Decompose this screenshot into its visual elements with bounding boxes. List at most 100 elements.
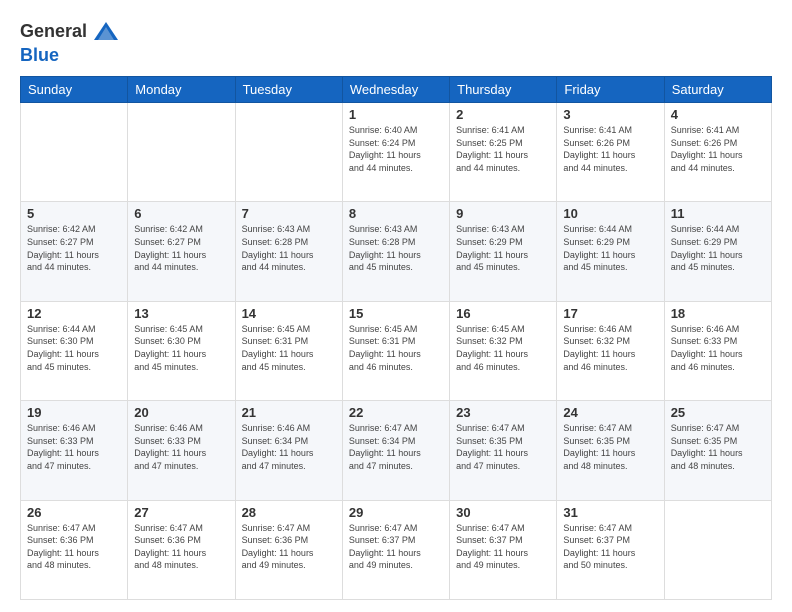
- calendar-cell: 23 Sunrise: 6:47 AM Sunset: 6:35 PM Dayli…: [450, 401, 557, 500]
- calendar-week-row: 1 Sunrise: 6:40 AM Sunset: 6:24 PM Daylig…: [21, 103, 772, 202]
- day-info: Sunrise: 6:43 AM Sunset: 6:29 PM Dayligh…: [456, 223, 550, 273]
- weekday-header-cell: Tuesday: [235, 77, 342, 103]
- calendar-cell: [664, 500, 771, 599]
- day-number: 15: [349, 306, 443, 321]
- calendar-week-row: 26 Sunrise: 6:47 AM Sunset: 6:36 PM Dayli…: [21, 500, 772, 599]
- day-info: Sunrise: 6:43 AM Sunset: 6:28 PM Dayligh…: [242, 223, 336, 273]
- calendar-cell: 14 Sunrise: 6:45 AM Sunset: 6:31 PM Dayli…: [235, 301, 342, 400]
- day-info: Sunrise: 6:47 AM Sunset: 6:36 PM Dayligh…: [134, 522, 228, 572]
- day-number: 26: [27, 505, 121, 520]
- calendar-cell: 29Sunrise: 6:47 AM Sunset: 6:37 PM Dayli…: [342, 500, 449, 599]
- page: General Blue SundayMondayTuesdayWednesda…: [0, 0, 792, 612]
- day-info: Sunrise: 6:46 AM Sunset: 6:33 PM Dayligh…: [27, 422, 121, 472]
- day-number: 19: [27, 405, 121, 420]
- day-number: 12: [27, 306, 121, 321]
- calendar-cell: [21, 103, 128, 202]
- weekday-header-cell: Monday: [128, 77, 235, 103]
- day-info: Sunrise: 6:45 AM Sunset: 6:32 PM Dayligh…: [456, 323, 550, 373]
- day-number: 16: [456, 306, 550, 321]
- day-info: Sunrise: 6:47 AM Sunset: 6:36 PM Dayligh…: [27, 522, 121, 572]
- day-number: 31: [563, 505, 657, 520]
- calendar-cell: 5 Sunrise: 6:42 AM Sunset: 6:27 PM Daylig…: [21, 202, 128, 301]
- day-number: 3: [563, 107, 657, 122]
- weekday-header-row: SundayMondayTuesdayWednesdayThursdayFrid…: [21, 77, 772, 103]
- day-info: Sunrise: 6:47 AM Sunset: 6:35 PM Dayligh…: [671, 422, 765, 472]
- day-number: 14: [242, 306, 336, 321]
- day-number: 4: [671, 107, 765, 122]
- day-number: 27: [134, 505, 228, 520]
- day-info: Sunrise: 6:43 AM Sunset: 6:28 PM Dayligh…: [349, 223, 443, 273]
- day-number: 17: [563, 306, 657, 321]
- day-number: 6: [134, 206, 228, 221]
- day-info: Sunrise: 6:40 AM Sunset: 6:24 PM Dayligh…: [349, 124, 443, 174]
- calendar-cell: 3 Sunrise: 6:41 AM Sunset: 6:26 PM Daylig…: [557, 103, 664, 202]
- calendar-cell: 28 Sunrise: 6:47 AM Sunset: 6:36 PM Dayli…: [235, 500, 342, 599]
- calendar-cell: 11 Sunrise: 6:44 AM Sunset: 6:29 PM Dayli…: [664, 202, 771, 301]
- day-number: 5: [27, 206, 121, 221]
- day-number: 7: [242, 206, 336, 221]
- calendar-cell: 24Sunrise: 6:47 AM Sunset: 6:35 PM Dayli…: [557, 401, 664, 500]
- calendar-week-row: 12 Sunrise: 6:44 AM Sunset: 6:30 PM Dayli…: [21, 301, 772, 400]
- day-info: Sunrise: 6:41 AM Sunset: 6:26 PM Dayligh…: [563, 124, 657, 174]
- calendar-cell: 26 Sunrise: 6:47 AM Sunset: 6:36 PM Dayli…: [21, 500, 128, 599]
- day-number: 13: [134, 306, 228, 321]
- calendar-cell: 15 Sunrise: 6:45 AM Sunset: 6:31 PM Dayli…: [342, 301, 449, 400]
- logo-icon: [92, 18, 120, 46]
- calendar-week-row: 19 Sunrise: 6:46 AM Sunset: 6:33 PM Dayli…: [21, 401, 772, 500]
- day-number: 18: [671, 306, 765, 321]
- calendar-cell: 7 Sunrise: 6:43 AM Sunset: 6:28 PM Daylig…: [235, 202, 342, 301]
- day-info: Sunrise: 6:46 AM Sunset: 6:32 PM Dayligh…: [563, 323, 657, 373]
- calendar-cell: 30Sunrise: 6:47 AM Sunset: 6:37 PM Dayli…: [450, 500, 557, 599]
- calendar-cell: 12 Sunrise: 6:44 AM Sunset: 6:30 PM Dayli…: [21, 301, 128, 400]
- day-number: 20: [134, 405, 228, 420]
- day-info: Sunrise: 6:41 AM Sunset: 6:25 PM Dayligh…: [456, 124, 550, 174]
- day-number: 23: [456, 405, 550, 420]
- day-number: 25: [671, 405, 765, 420]
- day-number: 28: [242, 505, 336, 520]
- day-info: Sunrise: 6:47 AM Sunset: 6:36 PM Dayligh…: [242, 522, 336, 572]
- calendar-cell: 4Sunrise: 6:41 AM Sunset: 6:26 PM Daylig…: [664, 103, 771, 202]
- calendar-cell: 18Sunrise: 6:46 AM Sunset: 6:33 PM Dayli…: [664, 301, 771, 400]
- calendar-table: SundayMondayTuesdayWednesdayThursdayFrid…: [20, 76, 772, 600]
- calendar-cell: 10 Sunrise: 6:44 AM Sunset: 6:29 PM Dayli…: [557, 202, 664, 301]
- calendar-week-row: 5 Sunrise: 6:42 AM Sunset: 6:27 PM Daylig…: [21, 202, 772, 301]
- calendar-cell: 27 Sunrise: 6:47 AM Sunset: 6:36 PM Dayli…: [128, 500, 235, 599]
- weekday-header-cell: Sunday: [21, 77, 128, 103]
- day-info: Sunrise: 6:47 AM Sunset: 6:35 PM Dayligh…: [456, 422, 550, 472]
- day-number: 29: [349, 505, 443, 520]
- calendar-cell: 9 Sunrise: 6:43 AM Sunset: 6:29 PM Daylig…: [450, 202, 557, 301]
- day-info: Sunrise: 6:45 AM Sunset: 6:31 PM Dayligh…: [349, 323, 443, 373]
- day-info: Sunrise: 6:46 AM Sunset: 6:33 PM Dayligh…: [134, 422, 228, 472]
- calendar-cell: 25 Sunrise: 6:47 AM Sunset: 6:35 PM Dayli…: [664, 401, 771, 500]
- weekday-header-cell: Thursday: [450, 77, 557, 103]
- day-info: Sunrise: 6:44 AM Sunset: 6:30 PM Dayligh…: [27, 323, 121, 373]
- day-info: Sunrise: 6:44 AM Sunset: 6:29 PM Dayligh…: [671, 223, 765, 273]
- calendar-cell: 31 Sunrise: 6:47 AM Sunset: 6:37 PM Dayli…: [557, 500, 664, 599]
- calendar-cell: 19 Sunrise: 6:46 AM Sunset: 6:33 PM Dayli…: [21, 401, 128, 500]
- calendar-cell: [128, 103, 235, 202]
- day-number: 22: [349, 405, 443, 420]
- calendar-cell: [235, 103, 342, 202]
- calendar-cell: 13Sunrise: 6:45 AM Sunset: 6:30 PM Dayli…: [128, 301, 235, 400]
- day-number: 1: [349, 107, 443, 122]
- day-number: 9: [456, 206, 550, 221]
- day-number: 10: [563, 206, 657, 221]
- day-info: Sunrise: 6:45 AM Sunset: 6:31 PM Dayligh…: [242, 323, 336, 373]
- calendar-cell: 16 Sunrise: 6:45 AM Sunset: 6:32 PM Dayli…: [450, 301, 557, 400]
- day-number: 30: [456, 505, 550, 520]
- weekday-header-cell: Wednesday: [342, 77, 449, 103]
- header: General Blue: [20, 18, 772, 66]
- calendar-cell: 6 Sunrise: 6:42 AM Sunset: 6:27 PM Daylig…: [128, 202, 235, 301]
- day-number: 11: [671, 206, 765, 221]
- day-info: Sunrise: 6:44 AM Sunset: 6:29 PM Dayligh…: [563, 223, 657, 273]
- day-info: Sunrise: 6:47 AM Sunset: 6:37 PM Dayligh…: [563, 522, 657, 572]
- day-info: Sunrise: 6:42 AM Sunset: 6:27 PM Dayligh…: [134, 223, 228, 273]
- weekday-header-cell: Saturday: [664, 77, 771, 103]
- calendar-cell: 8 Sunrise: 6:43 AM Sunset: 6:28 PM Daylig…: [342, 202, 449, 301]
- day-info: Sunrise: 6:47 AM Sunset: 6:34 PM Dayligh…: [349, 422, 443, 472]
- calendar-body: 1 Sunrise: 6:40 AM Sunset: 6:24 PM Daylig…: [21, 103, 772, 600]
- day-info: Sunrise: 6:42 AM Sunset: 6:27 PM Dayligh…: [27, 223, 121, 273]
- day-number: 8: [349, 206, 443, 221]
- day-number: 24: [563, 405, 657, 420]
- day-number: 21: [242, 405, 336, 420]
